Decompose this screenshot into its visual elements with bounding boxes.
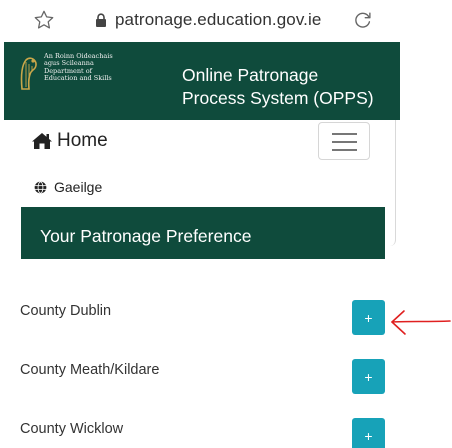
hamburger-icon (332, 141, 357, 143)
dept-line: Education and Skills (44, 74, 112, 83)
home-link[interactable]: Home (31, 130, 108, 152)
department-name: An Roinn Oideachais agus Scileanna Depar… (44, 52, 144, 83)
harp-icon (20, 57, 37, 90)
site-title-line: Process System (OPPS) (182, 88, 374, 108)
home-icon (32, 133, 52, 149)
url-text[interactable]: patronage.education.gov.ie (115, 10, 321, 30)
site-header: An Roinn Oideachais agus Scileanna Depar… (4, 42, 400, 120)
arrow-annotation-icon (391, 310, 451, 335)
reload-icon[interactable] (352, 9, 374, 31)
star-icon[interactable] (33, 9, 55, 31)
add-county-dublin-button[interactable]: + (352, 300, 385, 335)
language-link[interactable]: Gaeilge (34, 179, 102, 195)
county-label-dublin: County Dublin (20, 303, 112, 319)
menu-toggle-button[interactable] (318, 122, 370, 160)
globe-icon (34, 180, 47, 194)
preference-title: Your Patronage Preference (40, 226, 252, 246)
site-title-line: Online Patronage (182, 65, 319, 85)
hamburger-icon (332, 149, 357, 151)
county-label-meath-kildare: County Meath/Kildare (20, 362, 160, 378)
browser-url-bar: patronage.education.gov.ie (0, 0, 452, 42)
county-label-wicklow: County Wicklow (20, 421, 124, 437)
add-county-wicklow-button[interactable]: + (352, 418, 385, 448)
hamburger-icon (332, 133, 357, 135)
preference-banner: Your Patronage Preference (21, 207, 385, 259)
site-title: Online Patronage Process System (OPPS) (182, 64, 374, 110)
lock-icon (96, 13, 106, 27)
language-label: Gaeilge (54, 179, 103, 195)
add-county-meath-kildare-button[interactable]: + (352, 359, 385, 394)
home-label: Home (57, 130, 108, 151)
